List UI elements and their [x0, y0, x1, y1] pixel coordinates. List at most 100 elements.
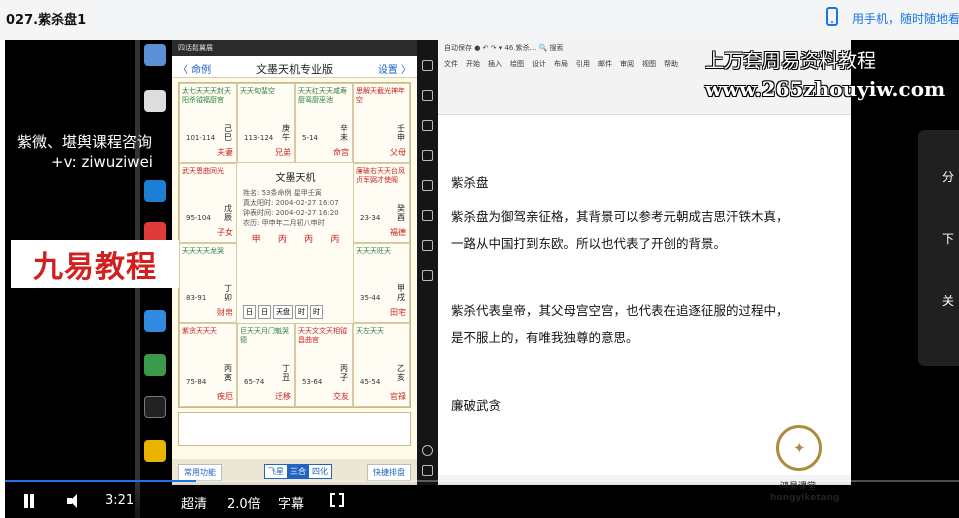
center-button[interactable]: 时: [295, 305, 308, 319]
home-icon[interactable]: [422, 445, 433, 456]
palace-ganzhi: 丁卯: [224, 284, 232, 302]
palace-ganzhi: 乙亥: [397, 364, 405, 382]
palace-cell[interactable]: 天天天旺天 35-44 甲戌 田宅: [353, 243, 410, 323]
pause-icon[interactable]: [23, 494, 35, 508]
palace-name: 福德: [390, 228, 406, 237]
palace-cell[interactable]: 天天天天龙哭 83-91 丁卯 财帛: [179, 243, 237, 323]
chart-center: 文墨天机 姓名: 53条命例 星甲壬寅 真太阳时: 2004-02-27 16:…: [237, 163, 354, 323]
palace-cell[interactable]: 天天旬蜚空 113-124 庚午 兄弟: [237, 83, 295, 163]
rotate-icon[interactable]: [422, 150, 433, 161]
menu-review[interactable]: 审阅: [620, 59, 634, 69]
palace-stars: 天天文文天相钺昌曲官: [298, 327, 347, 344]
palace-stars: 巨天天月门魁哭德: [240, 327, 289, 344]
palace-age: 113-124: [244, 134, 274, 142]
palace-cell[interactable]: 思解天截光神年空 壬申 父母: [353, 83, 410, 163]
palace-ganzhi: 壬申: [397, 124, 405, 142]
bazi-char: 丙: [304, 235, 314, 245]
palace-ganzhi: 丙寅: [224, 364, 232, 382]
palace-name: 夫妻: [217, 148, 233, 157]
palace-age: 65-74: [244, 378, 265, 386]
menu-design[interactable]: 设计: [532, 59, 546, 69]
palace-ganzhi: 己巳: [224, 124, 232, 142]
palace-cell[interactable]: 巨天天月门魁哭德 65-74 丁丑 迁移: [237, 323, 295, 407]
center-button[interactable]: 日: [258, 305, 271, 319]
mobile-watch-link[interactable]: 用手机，随时随地看: [852, 10, 959, 27]
palace-ganzhi: 戊辰: [224, 204, 232, 222]
palace-cell[interactable]: 天左天天 45-54 乙亥 官禄: [353, 323, 410, 407]
center-title: 文墨天机: [275, 173, 316, 184]
menu-home[interactable]: 开始: [466, 59, 480, 69]
center-info: 姓名: 53条命例 星甲壬寅 真太阳时: 2004-02-27 16:07 钟表…: [237, 184, 354, 232]
palace-name: 田宅: [390, 308, 406, 317]
fullscreen-icon[interactable]: [422, 180, 433, 191]
palace-cell[interactable]: 天天文文天相钺昌曲官 53-64 丙子 交友: [295, 323, 353, 407]
word-window: 自动保存 ● ↶ ↷ ▾ 46.紫杀... 🔍 搜索 文件 开始 插入 绘图 设…: [438, 40, 851, 485]
speed-button[interactable]: 2.0倍: [227, 493, 261, 512]
download-item[interactable]: 下: [942, 230, 954, 247]
volume-icon[interactable]: [422, 120, 433, 131]
palace-cell[interactable]: 紫贪天天天 75-84 丙寅 疾厄: [179, 323, 237, 407]
menu-layout[interactable]: 布局: [554, 59, 568, 69]
mode-sihua[interactable]: 四化: [309, 465, 331, 478]
hongyi-logo: ✦ 鸿易课堂 hongyiketang: [770, 425, 850, 515]
palace-stars: 天天红天天咸寿厨鸾厨巫池: [298, 87, 347, 104]
recent-apps-icon[interactable]: [422, 465, 433, 476]
cloud-icon: [144, 310, 166, 332]
menu-insert[interactable]: 插入: [488, 59, 502, 69]
screenshot-icon[interactable]: [422, 90, 433, 101]
menu-mailings[interactable]: 邮件: [598, 59, 612, 69]
palace-cell[interactable]: 武天恩曲同光 95-104 戊辰 子女: [179, 163, 237, 243]
palace-ganzhi: 甲戌: [397, 284, 405, 302]
palace-age: 35-44: [360, 294, 381, 302]
recycle-bin-icon: [144, 44, 166, 66]
video-player[interactable]: 紫微、堪舆课程咨询 +v: ziwuziwei 九易教程 四话鬆翼展 〈 命例 …: [5, 40, 959, 518]
current-time: 3:21: [105, 493, 135, 508]
quality-button[interactable]: 超清: [181, 493, 207, 512]
palace-stars: 天左天天: [356, 327, 384, 335]
close-item[interactable]: 关: [942, 292, 954, 309]
edge-icon: [144, 180, 166, 202]
mode-switch: 飞星 三合 四化: [264, 464, 332, 479]
palace-ganzhi: 丁丑: [282, 364, 290, 382]
menu-file[interactable]: 文件: [444, 59, 458, 69]
page-title: 027.紫杀盘1: [6, 13, 87, 28]
palace-ganzhi: 辛未: [340, 124, 348, 142]
mode-sanhe[interactable]: 三合: [287, 465, 309, 478]
common-functions-button[interactable]: 常用功能: [178, 464, 222, 481]
share-item[interactable]: 分: [942, 168, 954, 185]
center-button[interactable]: 时: [310, 305, 323, 319]
jiuyi-banner: 九易教程: [11, 240, 179, 288]
doc-paragraph: 廉破武贪: [451, 398, 502, 413]
share-panel: 分 下 关: [918, 130, 959, 366]
palace-name: 兄弟: [275, 148, 291, 157]
volume-icon[interactable]: [67, 494, 85, 508]
center-button[interactable]: 日: [243, 305, 256, 319]
subtitle-button[interactable]: 字幕: [278, 493, 304, 512]
quick-chart-button[interactable]: 快捷排盘: [367, 464, 411, 481]
keyboard-icon[interactable]: [422, 60, 433, 71]
bazi-char: 丙: [277, 235, 287, 245]
menu-help[interactable]: 帮助: [664, 59, 678, 69]
palace-cell[interactable]: 天天红天天咸寿厨鸾厨巫池 5-14 辛未 命宫: [295, 83, 353, 163]
palace-age: 75-84: [186, 378, 207, 386]
palace-age: 95-104: [186, 214, 211, 222]
palace-cell[interactable]: 太七天天天封天阳杀钺福厨官 101-114 己巳 夫妻: [179, 83, 237, 163]
qq-icon: [144, 396, 166, 418]
menu-view[interactable]: 视图: [642, 59, 656, 69]
fullscreen-icon[interactable]: [330, 492, 344, 508]
center-button[interactable]: 天盘: [273, 305, 293, 319]
document-area[interactable]: 紫杀盘 紫杀盘为御驾亲征格，其背景可以参考元朝成吉思汗铁木真， 一路从中国打到东…: [438, 115, 851, 475]
palace-age: 23-34: [360, 214, 381, 222]
phone-icon[interactable]: [826, 7, 838, 26]
location-icon[interactable]: [422, 210, 433, 221]
palace-age: 83-91: [186, 294, 207, 302]
watermark-top: 上万套周易资料教程: [705, 50, 877, 72]
settings-button[interactable]: 设置 〉: [378, 61, 411, 76]
share-icon[interactable]: [422, 240, 433, 251]
mode-feixing[interactable]: 飞星: [265, 465, 287, 478]
palace-cell[interactable]: 廉破右天天台风贞军弼才使阁 23-34 癸酉 福德: [353, 163, 410, 243]
palace-name: 财帛: [217, 308, 233, 317]
menu-references[interactable]: 引用: [576, 59, 590, 69]
menu-draw[interactable]: 绘图: [510, 59, 524, 69]
gear-icon[interactable]: [422, 270, 433, 281]
